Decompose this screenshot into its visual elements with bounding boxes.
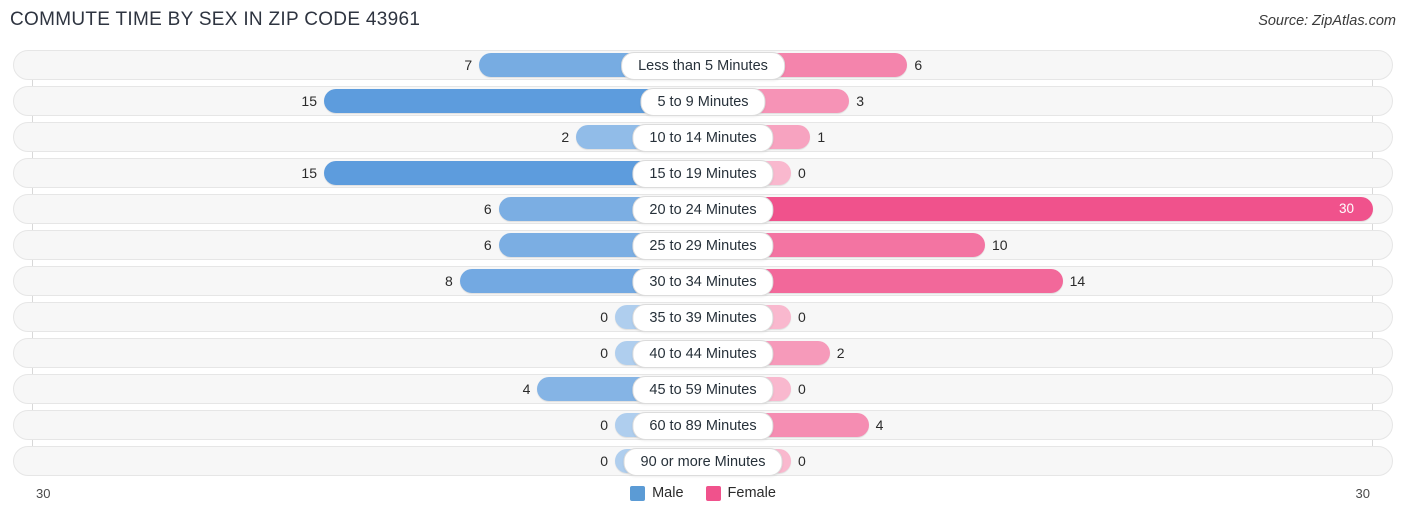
value-label-male: 0	[600, 345, 608, 361]
value-label-male: 4	[522, 381, 531, 397]
value-label-male: 7	[464, 57, 473, 73]
value-label-female: 2	[836, 345, 845, 361]
category-label: 40 to 44 Minutes	[632, 340, 774, 368]
legend-label-female: Female	[727, 485, 776, 501]
chart-row: 0 0 90 or more Minutes	[0, 446, 1406, 476]
legend-swatch-female	[705, 485, 721, 501]
value-label-male: 15	[301, 93, 317, 109]
category-label: 20 to 24 Minutes	[632, 196, 774, 224]
value-label-female: 0	[798, 165, 806, 181]
category-label: 10 to 14 Minutes	[632, 124, 774, 152]
chart-legend: Male Female	[0, 485, 1406, 501]
value-label-female: 6	[914, 57, 923, 73]
category-label: Less than 5 Minutes	[621, 52, 785, 80]
chart-row: 6 10 25 to 29 Minutes	[0, 230, 1406, 260]
legend-item-female[interactable]: Female	[705, 485, 776, 501]
page-title: COMMUTE TIME BY SEX IN ZIP CODE 43961	[10, 9, 421, 30]
chart-row: 6 30 20 to 24 Minutes	[0, 194, 1406, 224]
value-label-female: 14	[1069, 273, 1086, 289]
value-label-male: 6	[483, 201, 492, 217]
value-label-male: 6	[483, 237, 492, 253]
chart-row: 15 0 15 to 19 Minutes	[0, 158, 1406, 188]
value-label-female: 3	[856, 93, 864, 109]
value-label-male: 0	[600, 453, 608, 469]
chart-row: 4 0 45 to 59 Minutes	[0, 374, 1406, 404]
value-label-female: 1	[817, 129, 826, 145]
legend-item-male[interactable]: Male	[630, 485, 684, 501]
value-label-male: 8	[445, 273, 453, 289]
legend-label-male: Male	[652, 485, 684, 501]
value-label-female: 0	[798, 381, 806, 397]
value-label-female: 0	[798, 453, 806, 469]
value-label-female: 4	[875, 417, 884, 433]
category-label: 30 to 34 Minutes	[632, 268, 774, 296]
legend-swatch-male	[630, 485, 646, 501]
category-label: 35 to 39 Minutes	[632, 304, 774, 332]
bar-female[interactable]	[703, 197, 1373, 221]
value-label-male: 0	[600, 417, 608, 433]
chart-row: 15 3 5 to 9 Minutes	[0, 86, 1406, 116]
chart-row: 0 4 60 to 89 Minutes	[0, 410, 1406, 440]
category-label: 15 to 19 Minutes	[632, 160, 774, 188]
value-label-female: 10	[992, 237, 1008, 253]
chart-row: 0 0 35 to 39 Minutes	[0, 302, 1406, 332]
value-label-female: 30	[1339, 201, 1355, 216]
chart-row: 7 6 Less than 5 Minutes	[0, 50, 1406, 80]
category-label: 90 or more Minutes	[623, 448, 783, 476]
chart-row: 2 1 10 to 14 Minutes	[0, 122, 1406, 152]
commute-time-chart: COMMUTE TIME BY SEX IN ZIP CODE 43961 So…	[0, 0, 1406, 523]
source-attribution: Source: ZipAtlas.com	[1258, 13, 1396, 29]
value-label-male: 0	[600, 309, 608, 325]
category-label: 5 to 9 Minutes	[640, 88, 766, 116]
category-label: 60 to 89 Minutes	[632, 412, 774, 440]
value-label-female: 0	[798, 309, 806, 325]
category-label: 25 to 29 Minutes	[632, 232, 774, 260]
chart-row: 0 2 40 to 44 Minutes	[0, 338, 1406, 368]
plot-area: 7 6 Less than 5 Minutes 15 3 5 to 9 Minutes 2 1…	[0, 50, 1406, 482]
value-label-male: 2	[561, 129, 570, 145]
chart-row: 8 14 30 to 34 Minutes	[0, 266, 1406, 296]
category-label: 45 to 59 Minutes	[632, 376, 774, 404]
value-label-male: 15	[301, 165, 317, 181]
